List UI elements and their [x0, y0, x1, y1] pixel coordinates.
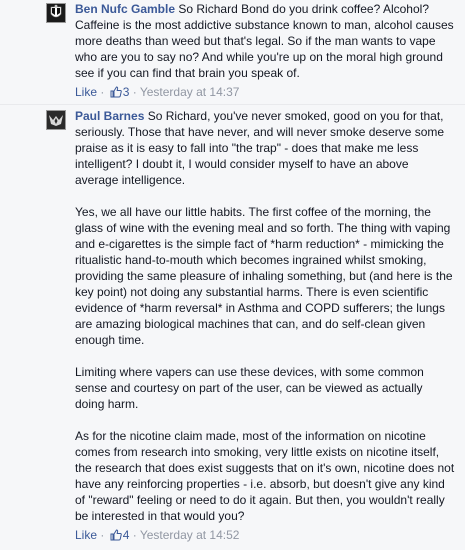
- like-link[interactable]: Like: [75, 85, 97, 99]
- separator: ·: [97, 528, 108, 542]
- like-link[interactable]: Like: [75, 528, 97, 542]
- separator: ·: [97, 85, 108, 99]
- comment-body: Ben Nufc Gamble So Richard Bond do you d…: [75, 1, 455, 100]
- comment-footer: Like · 4 · Yesterday at 14:52: [75, 527, 455, 543]
- timestamp-link[interactable]: Yesterday at 14:52: [140, 528, 240, 542]
- thumbs-up-icon[interactable]: [110, 529, 122, 545]
- avatar-paul-barnes[interactable]: [46, 110, 66, 130]
- comment-paragraph: Limiting where vapers can use these devi…: [75, 365, 424, 411]
- timestamp-link[interactable]: Yesterday at 14:37: [140, 85, 240, 99]
- comment-text: Ben Nufc Gamble So Richard Bond do you d…: [75, 1, 455, 81]
- separator: ·: [129, 528, 140, 542]
- author-name-link[interactable]: Ben Nufc Gamble: [75, 2, 175, 16]
- newcastle-crest-icon: [47, 4, 65, 22]
- separator: ·: [129, 85, 140, 99]
- comment-paragraph: As for the nicotine claim made, most of …: [75, 429, 455, 523]
- comment-body: Paul Barnes So Richard, you've never smo…: [75, 108, 455, 543]
- avatar-ben-nufc-gamble[interactable]: [46, 3, 66, 23]
- comment-paragraph: Yes, we all have our little habits. The …: [75, 205, 453, 347]
- comment-paul-barnes: Paul Barnes So Richard, you've never smo…: [0, 104, 465, 550]
- winged-emblem-icon: [47, 111, 65, 129]
- comment-footer: Like · 3 · Yesterday at 14:37: [75, 84, 455, 100]
- comment-ben-nufc-gamble: Ben Nufc Gamble So Richard Bond do you d…: [0, 0, 465, 104]
- thumbs-up-icon[interactable]: [110, 86, 122, 102]
- author-name-link[interactable]: Paul Barnes: [75, 109, 144, 123]
- comment-text: Paul Barnes So Richard, you've never smo…: [75, 108, 455, 188]
